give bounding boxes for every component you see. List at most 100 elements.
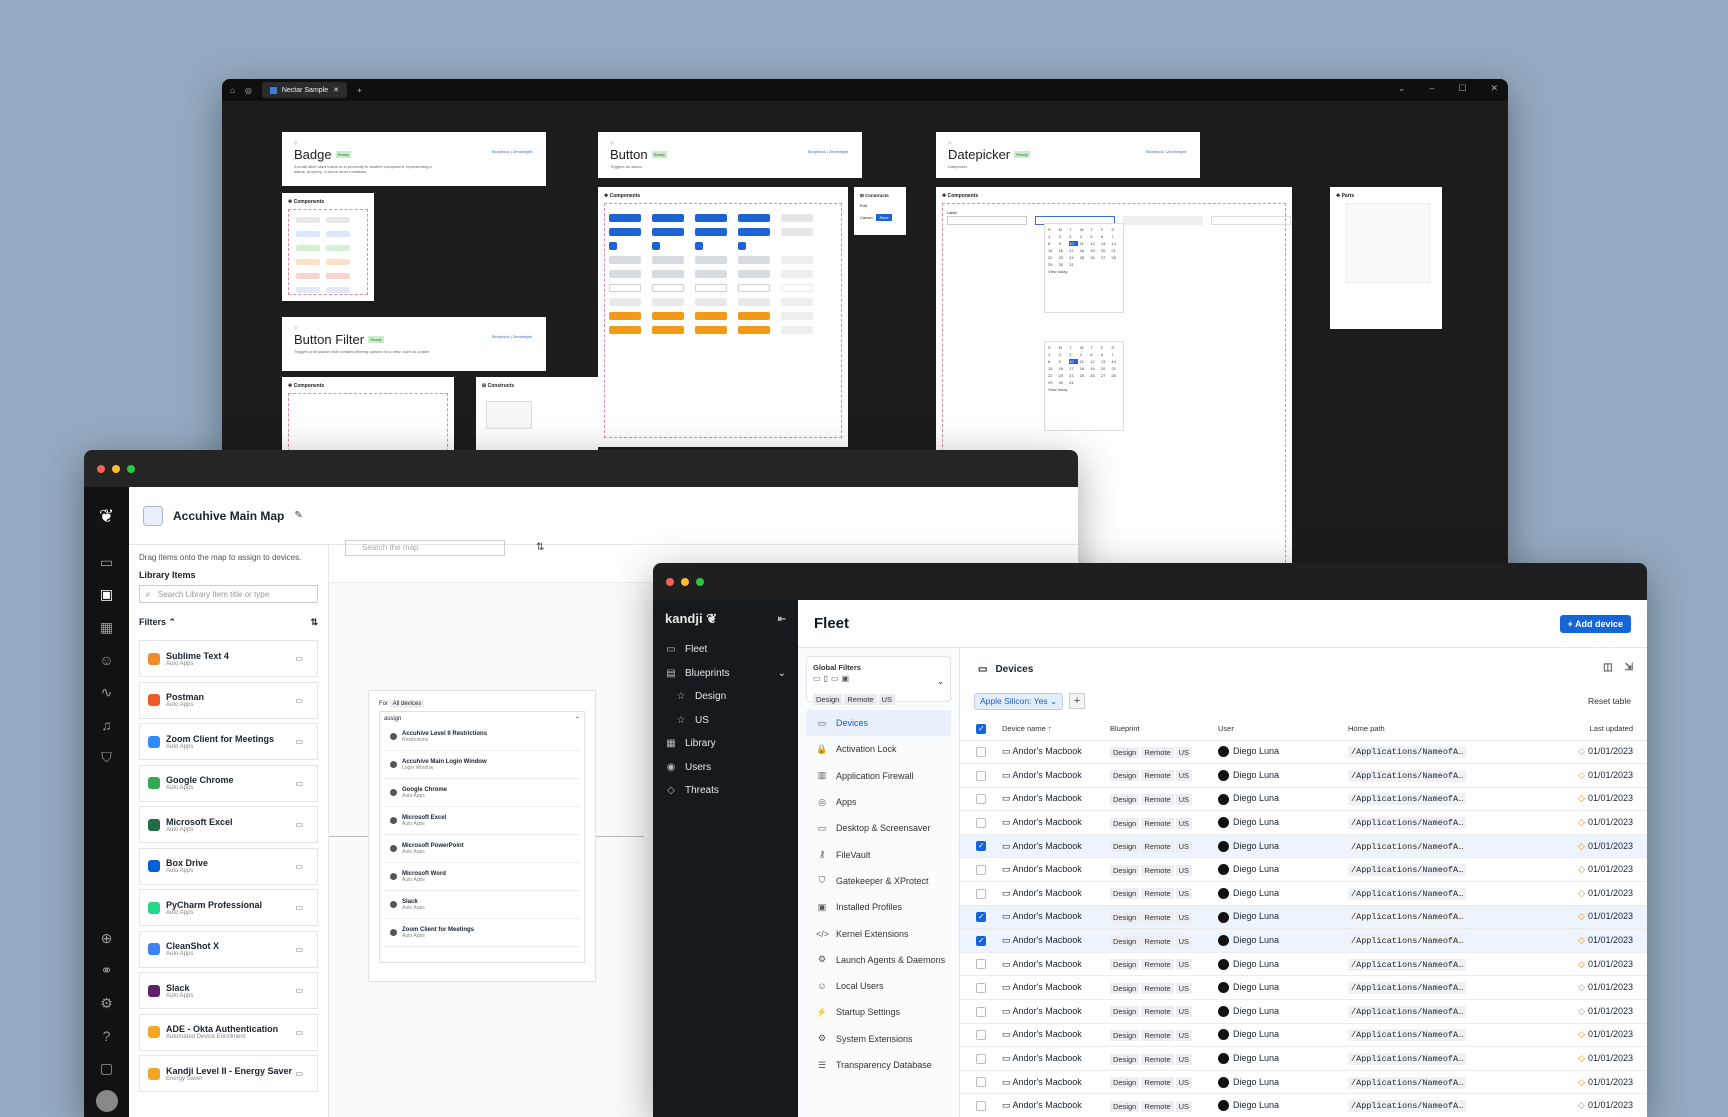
global-filters[interactable]: Global Filters ▭▯▭▣ Design Remote US ⌄ [806, 656, 951, 705]
minimize-dot[interactable] [681, 577, 689, 586]
row-checkbox[interactable] [976, 794, 986, 805]
user-name[interactable]: Diego Luna [1233, 1006, 1279, 1016]
add-filter-button[interactable]: + [1069, 693, 1086, 709]
device-icon[interactable]: ▭ [295, 1069, 303, 1078]
calendar-day[interactable]: 28 [1111, 373, 1120, 378]
add-icon[interactable]: ⊕ [101, 922, 113, 955]
subnav-item[interactable]: ☰ Transparency Database [798, 1052, 959, 1078]
close-dot[interactable] [666, 577, 674, 586]
calendar-day[interactable]: 11 [1080, 241, 1089, 246]
calendar-day[interactable]: 8 [1048, 241, 1057, 246]
library-item[interactable]: Postman Auto Apps ▭ [139, 681, 318, 719]
zoom-dot[interactable] [696, 577, 704, 586]
table-row[interactable]: ▭ Andor's MacbookDesignRemoteUSDiego Lun… [960, 810, 1647, 835]
nav-item-users[interactable]: ◉ Users [653, 756, 798, 780]
device-name[interactable]: Andor's Macbook [1013, 959, 1082, 969]
device-name[interactable]: Andor's Macbook [1013, 1006, 1082, 1016]
calendar-day[interactable]: 2 [1059, 352, 1068, 357]
user-name[interactable]: Diego Luna [1233, 911, 1279, 921]
user-name[interactable]: Diego Luna [1233, 770, 1279, 780]
table-row[interactable]: ▭ Andor's MacbookDesignRemoteUSDiego Lun… [960, 881, 1647, 906]
table-row[interactable]: ▭ Andor's MacbookDesignRemoteUSDiego Lun… [960, 905, 1647, 930]
subnav-item[interactable]: ⛉ Gatekeeper & XProtect [798, 868, 959, 894]
library-icon[interactable]: ▣ [100, 579, 113, 612]
nav-item-design[interactable]: ☆ Design [653, 685, 798, 709]
chevron-up-icon[interactable]: ⌃ [575, 716, 580, 723]
device-icon[interactable]: ▭ [295, 737, 303, 746]
col-home-path[interactable]: Home path [1342, 718, 1490, 741]
device-name[interactable]: Andor's Macbook [1013, 982, 1082, 992]
subnav-item[interactable]: 🔒 Activation Lock [798, 736, 959, 762]
calendar-day[interactable]: 6 [1101, 352, 1110, 357]
bell-icon[interactable]: ♫ [101, 709, 112, 742]
calendar-day[interactable]: 24 [1069, 373, 1078, 378]
library-item[interactable]: Box Drive Auto Apps ▭ [139, 847, 318, 885]
calendar-day[interactable]: 14 [1111, 359, 1120, 364]
calendar-day[interactable]: 9 [1059, 241, 1068, 246]
bee-logo-icon[interactable]: ❦ [99, 487, 114, 546]
calendar-day[interactable]: 30 [1059, 380, 1068, 385]
device-name[interactable]: Andor's Macbook [1013, 935, 1082, 945]
assigned-item[interactable]: Microsoft Excel Auto Apps [384, 807, 580, 835]
row-checkbox[interactable] [976, 770, 986, 781]
calendar-day[interactable]: 10 [1069, 359, 1078, 364]
calendar-day[interactable]: 18 [1080, 366, 1089, 371]
table-row[interactable]: ▭ Andor's MacbookDesignRemoteUSDiego Lun… [960, 1046, 1647, 1071]
sort-icon[interactable]: ⇅ [310, 617, 318, 628]
user-name[interactable]: Diego Luna [1233, 888, 1279, 898]
shield-icon[interactable]: ⛉ [101, 741, 112, 774]
device-name[interactable]: Andor's Macbook [1013, 888, 1082, 898]
sort-icon[interactable]: ⇅ [536, 542, 544, 553]
users-icon[interactable]: ☺ [99, 644, 113, 677]
device-icon[interactable]: ▭ [295, 654, 303, 663]
calendar-day[interactable]: 18 [1080, 248, 1089, 253]
home-icon[interactable]: ⌂ [230, 86, 235, 95]
calendar-day[interactable]: 11 [1080, 359, 1089, 364]
assigned-item[interactable]: Accuhive Main Login Window Login Window [384, 751, 580, 779]
calendar-day[interactable]: 4 [1080, 234, 1089, 239]
view-today-link[interactable]: View today [1048, 269, 1120, 274]
activity-icon[interactable]: ∿ [101, 676, 113, 709]
device-icon[interactable]: ▭ [295, 696, 303, 705]
minimize-icon[interactable]: – [1429, 83, 1434, 94]
table-row[interactable]: ▭ Andor's MacbookDesignRemoteUSDiego Lun… [960, 1023, 1647, 1048]
calendar-day[interactable]: 22 [1048, 255, 1057, 260]
maximize-icon[interactable]: ☐ [1458, 83, 1466, 94]
table-row[interactable]: ▭ Andor's MacbookDesignRemoteUSDiego Lun… [960, 857, 1647, 883]
library-item[interactable]: Google Chrome Auto Apps ▭ [139, 764, 318, 802]
table-row[interactable]: ▭ Andor's MacbookDesignRemoteUSDiego Lun… [960, 763, 1647, 788]
user-name[interactable]: Diego Luna [1233, 864, 1279, 874]
calendar-day[interactable]: 4 [1080, 352, 1089, 357]
row-checkbox[interactable] [976, 1006, 986, 1017]
row-checkbox[interactable] [976, 817, 986, 828]
subnav-item[interactable]: ◎ Apps [798, 789, 959, 815]
user-name[interactable]: Diego Luna [1233, 793, 1279, 803]
user-name[interactable]: Diego Luna [1233, 746, 1279, 756]
filters-toggle[interactable]: Filters ⌃ [139, 617, 176, 628]
device-name[interactable]: Andor's Macbook [1013, 817, 1082, 827]
row-checkbox[interactable] [976, 983, 986, 994]
subnav-item[interactable]: ⚷ FileVault [798, 841, 959, 867]
calendar-day[interactable]: 15 [1048, 248, 1057, 253]
col-last-updated[interactable]: Last updated [1490, 718, 1647, 741]
new-tab-icon[interactable]: + [357, 86, 362, 95]
calendar-day[interactable]: 19 [1090, 248, 1099, 253]
map-search-input[interactable]: Search the map [345, 540, 505, 556]
close-window-icon[interactable]: ✕ [1490, 83, 1498, 94]
device-name[interactable]: Andor's Macbook [1013, 911, 1082, 921]
col-blueprint[interactable]: Blueprint [1104, 718, 1212, 741]
row-checkbox[interactable] [976, 1053, 986, 1064]
nav-item-blueprints[interactable]: ▤ Blueprints ⌄ [653, 662, 798, 686]
row-checkbox[interactable] [976, 1101, 986, 1112]
library-item[interactable]: Zoom Client for Meetings Auto Apps ▭ [139, 723, 318, 760]
device-icon[interactable]: ▭ [295, 862, 303, 871]
export-icon[interactable]: ⇲ [1625, 662, 1633, 673]
subnav-item[interactable]: ▭ Desktop & Screensaver [798, 815, 959, 841]
calendar-day[interactable]: 23 [1059, 373, 1068, 378]
calendar-day[interactable]: 25 [1080, 255, 1089, 260]
calendar-day[interactable]: 8 [1048, 359, 1057, 364]
assigned-item[interactable]: Microsoft PowerPoint Auto Apps [384, 835, 580, 863]
device-icon[interactable]: ▭ [295, 820, 303, 829]
subnav-item[interactable]: ⚡ Startup Settings [798, 999, 959, 1025]
table-row[interactable]: ▭ Andor's MacbookDesignRemoteUSDiego Lun… [960, 1093, 1647, 1117]
